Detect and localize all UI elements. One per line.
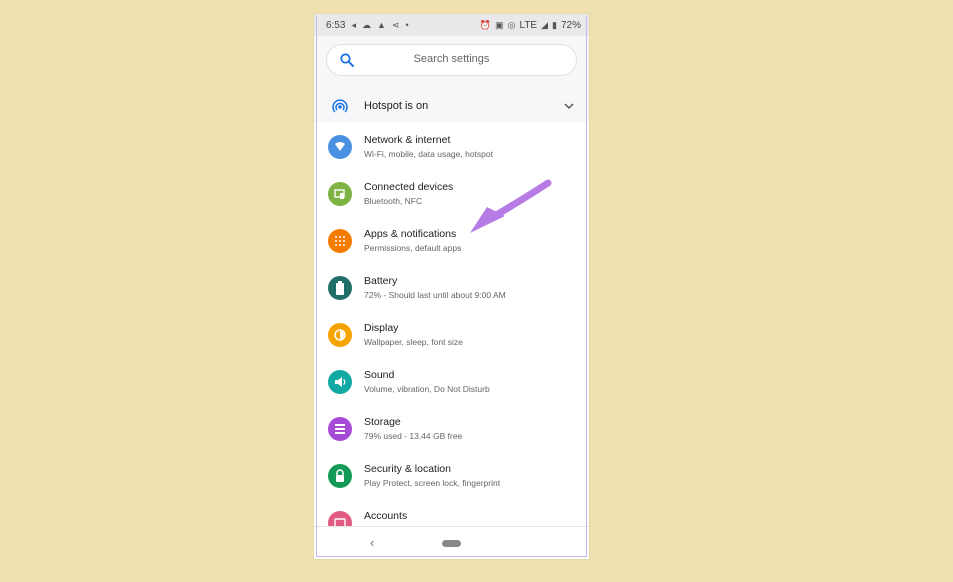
screen-frame — [316, 16, 587, 557]
annotation-arrow — [470, 179, 552, 233]
phone-screenshot: 6:53 ◂ ☁ ▲ ⋖ • ⏰ ▣ ◎ LTE ◢ ▮ 72% Search … — [313, 13, 590, 560]
